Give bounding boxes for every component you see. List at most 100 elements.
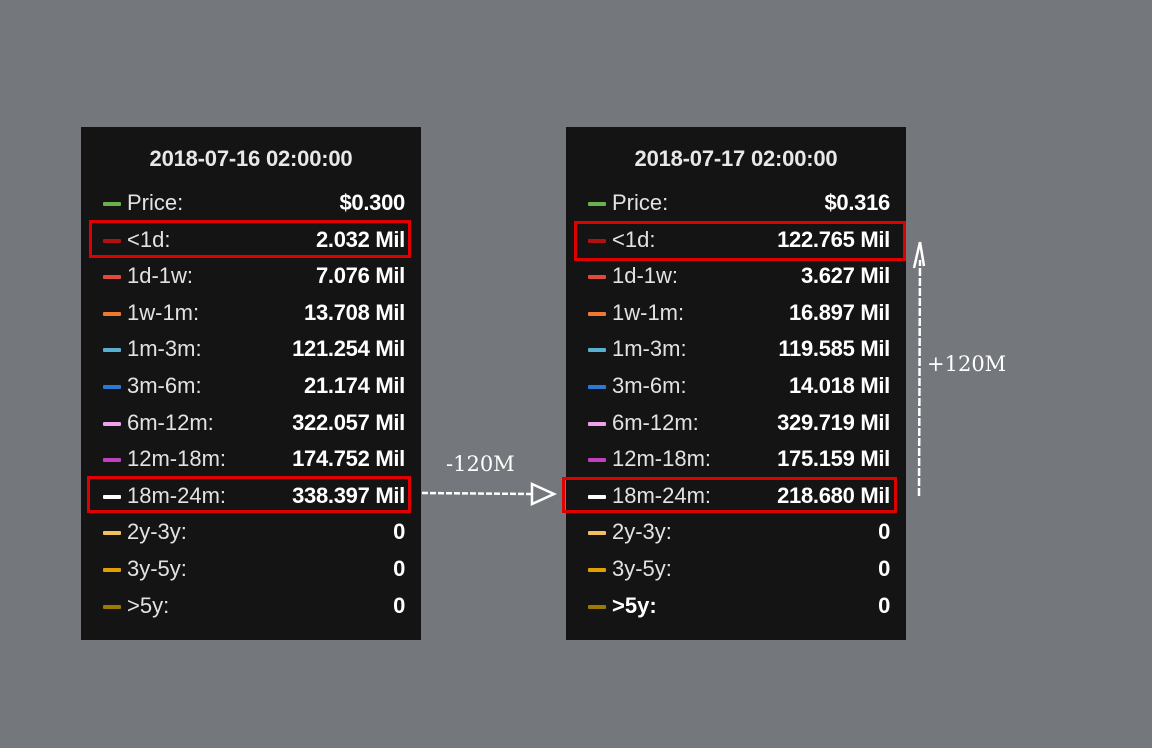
- row-value: 13.708 Mil: [304, 299, 405, 325]
- legend-row-lt1d: <1d: 2.032 Mil: [81, 222, 421, 259]
- series-color-swatch: [588, 384, 606, 389]
- row-label: 1d-1w:: [127, 263, 194, 289]
- legend-row-12m-18m: 12m-18m: 174.752 Mil: [81, 441, 421, 478]
- legend-row-12m-18m: 12m-18m: 175.159 Mil: [566, 441, 906, 478]
- row-value: 0: [878, 592, 890, 618]
- legend-row-1m-3m: 1m-3m: 119.585 Mil: [566, 331, 906, 368]
- series-color-swatch: [588, 202, 606, 206]
- row-value: 119.585 Mil: [778, 336, 890, 362]
- series-color-swatch: [588, 238, 606, 243]
- series-color-swatch: [588, 494, 606, 499]
- series-color-swatch: [103, 531, 121, 536]
- row-value: 21.174 Mil: [304, 372, 405, 398]
- row-label: 3m-6m:: [127, 372, 202, 398]
- row-label: 3y-5y:: [127, 555, 187, 581]
- legend-row-2y-3y: 2y-3y: 0: [81, 514, 421, 551]
- legend-row-1w-1m: 1w-1m: 13.708 Mil: [81, 295, 421, 332]
- series-color-swatch: [103, 238, 121, 243]
- row-label: 3m-6m:: [612, 372, 687, 398]
- series-color-swatch: [103, 348, 121, 353]
- series-color-swatch: [103, 384, 121, 389]
- series-color-swatch: [103, 202, 121, 206]
- row-label: 18m-24m:: [127, 482, 227, 508]
- row-label: Price:: [127, 190, 184, 215]
- row-value: 122.765 Mil: [777, 226, 890, 252]
- series-color-swatch: [103, 311, 121, 316]
- row-value: 329.719 Mil: [777, 409, 890, 435]
- row-value: 175.159 Mil: [777, 446, 890, 472]
- series-color-swatch: [103, 494, 121, 499]
- row-label: 2y-3y:: [612, 519, 672, 545]
- legend-row-2y-3y: 2y-3y: 0: [566, 514, 906, 551]
- legend-row-6m-12m: 6m-12m: 322.057 Mil: [81, 405, 421, 442]
- legend-row-18m-24m: 18m-24m: 218.680 Mil: [566, 478, 906, 515]
- legend-list: Price: $0.300 <1d: 2.032 Mil 1d-1w: 7.07…: [81, 185, 421, 624]
- legend-row-price: Price: $0.316: [566, 185, 906, 222]
- series-color-swatch: [588, 458, 606, 463]
- row-value: 0: [878, 519, 890, 545]
- row-value: 0: [393, 592, 405, 618]
- row-label: >5y:: [127, 592, 170, 618]
- row-label: 12m-18m:: [612, 446, 712, 472]
- row-label: 12m-18m:: [127, 446, 227, 472]
- right-arrow-icon: [421, 482, 558, 506]
- legend-row-lt1d: <1d: 122.765 Mil: [566, 222, 906, 259]
- decrease-annotation: -120M: [446, 452, 515, 476]
- series-color-swatch: [588, 348, 606, 353]
- row-label: >5y:: [612, 592, 657, 618]
- series-color-swatch: [103, 275, 121, 280]
- panel-timestamp: 2018-07-17 02:00:00: [634, 146, 838, 171]
- row-value: 0: [393, 555, 405, 581]
- row-value: 16.897 Mil: [789, 299, 890, 325]
- row-label: 1m-3m:: [612, 336, 687, 362]
- row-label: Price:: [612, 190, 669, 215]
- row-label: <1d:: [127, 226, 171, 252]
- series-color-swatch: [103, 421, 121, 426]
- row-label: 1w-1m:: [127, 299, 200, 325]
- row-value: 174.752 Mil: [292, 446, 405, 472]
- legend-row-1w-1m: 1w-1m: 16.897 Mil: [566, 295, 906, 332]
- series-color-swatch: [588, 604, 606, 609]
- series-color-swatch: [103, 458, 121, 463]
- series-color-swatch: [588, 311, 606, 316]
- row-value: 338.397 Mil: [292, 482, 405, 508]
- legend-row-1d-1w: 1d-1w: 3.627 Mil: [566, 258, 906, 295]
- legend-row-6m-12m: 6m-12m: 329.719 Mil: [566, 405, 906, 442]
- series-color-swatch: [103, 567, 121, 572]
- series-color-swatch: [103, 604, 121, 609]
- increase-annotation: +120M: [927, 352, 1007, 376]
- row-label: 18m-24m:: [612, 482, 712, 508]
- row-label: 1d-1w:: [612, 263, 679, 289]
- row-value: 121.254 Mil: [292, 336, 405, 362]
- series-color-swatch: [588, 421, 606, 426]
- tooltip-panel-left: 2018-07-16 02:00:00 Price: $0.300 <1d: 2…: [81, 127, 421, 640]
- series-color-swatch: [588, 567, 606, 572]
- row-label: <1d:: [612, 226, 656, 252]
- row-value: 2.032 Mil: [315, 226, 405, 252]
- tooltip-panel-right: 2018-07-17 02:00:00 Price: $0.316 <1d: 1…: [566, 127, 906, 640]
- legend-row-1m-3m: 1m-3m: 121.254 Mil: [81, 331, 421, 368]
- legend-row-3m-6m: 3m-6m: 21.174 Mil: [81, 368, 421, 405]
- row-value: $0.300: [339, 190, 406, 215]
- legend-row-gt5y: >5y: 0: [566, 588, 906, 625]
- legend-row-3y-5y: 3y-5y: 0: [81, 551, 421, 588]
- legend-row-price: Price: $0.300: [81, 185, 421, 222]
- panel-timestamp: 2018-07-16 02:00:00: [149, 146, 353, 171]
- row-label: 1m-3m:: [127, 336, 202, 362]
- legend-row-1d-1w: 1d-1w: 7.076 Mil: [81, 258, 421, 295]
- series-color-swatch: [588, 275, 606, 280]
- series-color-swatch: [588, 531, 606, 536]
- legend-row-gt5y: >5y: 0: [81, 588, 421, 625]
- legend-list: Price: $0.316 <1d: 122.765 Mil 1d-1w: 3.…: [566, 185, 906, 624]
- legend-row-3y-5y: 3y-5y: 0: [566, 551, 906, 588]
- row-value: $0.316: [824, 190, 891, 215]
- legend-row-18m-24m: 18m-24m: 338.397 Mil: [81, 478, 421, 515]
- legend-row-3m-6m: 3m-6m: 14.018 Mil: [566, 368, 906, 405]
- row-value: 14.018 Mil: [789, 372, 890, 398]
- row-value: 322.057 Mil: [292, 409, 405, 435]
- row-label: 6m-12m:: [612, 409, 699, 435]
- row-value: 0: [878, 555, 890, 581]
- row-label: 1w-1m:: [612, 299, 685, 325]
- row-value: 218.680 Mil: [777, 482, 890, 508]
- row-value: 7.076 Mil: [315, 263, 405, 289]
